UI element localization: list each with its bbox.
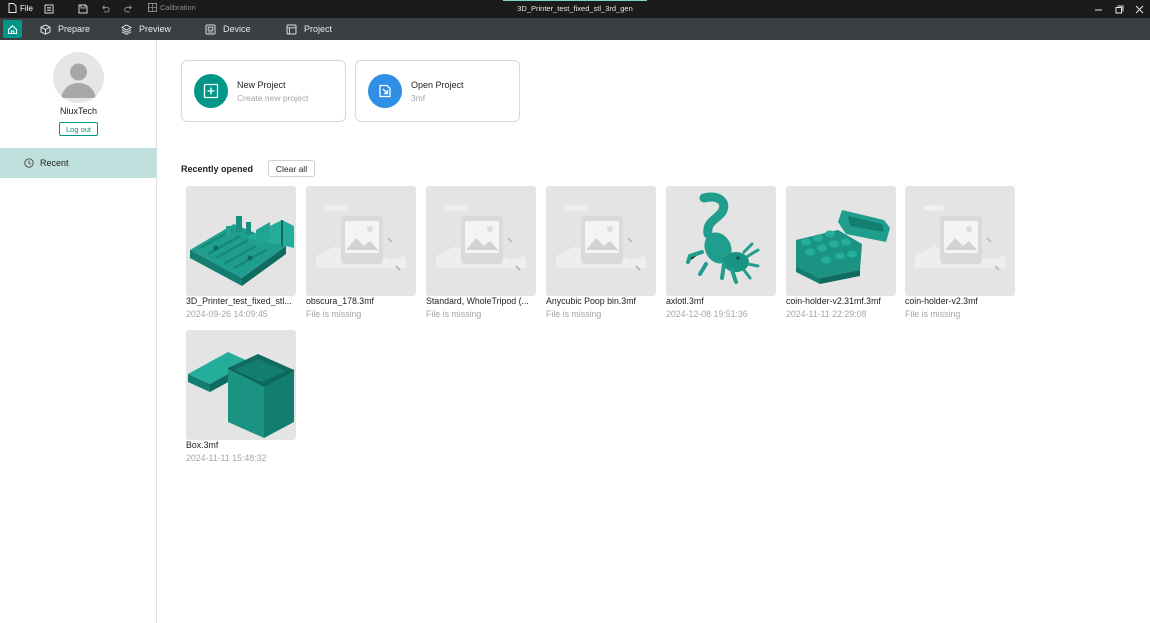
file-date: 2024-11-11 15:48:32	[186, 453, 267, 463]
main-nav: Prepare Preview Device Project	[0, 18, 1150, 40]
open-project-title: Open Project	[411, 80, 464, 90]
open-project-subtitle: 3mf	[411, 93, 426, 103]
file-name: axlotl.3mf	[666, 296, 704, 306]
file-thumbnail[interactable]	[186, 330, 296, 440]
file-name: coin-holder-v2.31mf.3mf	[786, 296, 881, 306]
model-preview-icon	[190, 216, 294, 286]
user-icon	[61, 63, 96, 98]
file-thumbnail[interactable]	[786, 186, 896, 296]
logout-button[interactable]: Log out	[59, 122, 98, 136]
file-name: obscura_178.3mf	[306, 296, 374, 306]
tab-preview[interactable]: Preview	[121, 18, 171, 40]
minimize-icon	[1094, 9, 1102, 10]
active-indicator	[503, 0, 647, 1]
restore-button[interactable]	[1113, 3, 1125, 15]
home-tab[interactable]	[3, 20, 22, 38]
file-date: File is missing	[546, 309, 602, 319]
image-placeholder-icon	[915, 205, 1005, 271]
open-project-icon	[368, 74, 402, 108]
coin-holder-model-icon	[796, 210, 890, 284]
image-placeholder-icon	[556, 205, 646, 271]
close-icon	[1135, 5, 1143, 13]
device-icon	[205, 24, 216, 34]
file-name: Box.3mf	[186, 440, 219, 450]
file-name: Anycubic Poop bin.3mf	[546, 296, 636, 306]
file-thumbnail[interactable]	[666, 186, 776, 296]
sidebar-item-recent-label: Recent	[40, 158, 69, 168]
layers-icon	[121, 23, 132, 35]
file-thumbnail[interactable]	[426, 186, 536, 296]
minimize-button[interactable]	[1092, 3, 1104, 15]
restore-icon	[1115, 5, 1123, 13]
clock-icon	[24, 158, 34, 168]
project-icon	[286, 24, 297, 34]
tab-prepare[interactable]: Prepare	[40, 18, 90, 40]
box-model-icon	[188, 352, 295, 438]
clear-all-button[interactable]: Clear all	[268, 160, 315, 177]
new-project-subtitle: Create new project	[237, 93, 309, 103]
file-thumbnail[interactable]	[186, 186, 296, 296]
file-thumbnail[interactable]	[905, 186, 1015, 296]
tab-project-label: Project	[304, 24, 333, 34]
file-name: coin-holder-v2.3mf	[905, 296, 978, 306]
new-project-title: New Project	[237, 80, 286, 90]
new-project-icon	[194, 74, 228, 108]
image-placeholder-icon	[316, 205, 406, 271]
tab-project[interactable]: Project	[286, 18, 332, 40]
axolotl-model-icon	[686, 192, 760, 284]
file-name: Standard, WholeTripod (...	[426, 296, 529, 306]
tab-device-label: Device	[223, 24, 251, 34]
username: NiuxTech	[59, 106, 97, 116]
close-button[interactable]	[1133, 3, 1145, 15]
file-date: 2024-09-26 14:09:45	[186, 309, 268, 319]
title-bar: File Calibration 3D_Printer_test_fixed_s…	[0, 0, 1150, 18]
new-project-card[interactable]: New Project Create new project	[181, 60, 346, 122]
file-name: 3D_Printer_test_fixed_stl...	[186, 296, 292, 306]
tab-preview-label: Preview	[139, 24, 172, 34]
open-project-card[interactable]: Open Project 3mf	[355, 60, 520, 122]
recent-heading: Recently opened	[181, 164, 254, 174]
tab-prepare-label: Prepare	[58, 24, 91, 34]
file-thumbnail[interactable]	[546, 186, 656, 296]
home-icon	[7, 24, 18, 34]
image-placeholder-icon	[436, 205, 526, 271]
sidebar-item-recent[interactable]: Recent	[0, 148, 157, 178]
tab-device[interactable]: Device	[205, 18, 251, 40]
file-date: 2024-11-11 22:29:08	[786, 309, 867, 319]
avatar[interactable]	[53, 52, 104, 103]
cube-icon	[40, 23, 51, 35]
file-date: 2024-12-08 19:51:36	[666, 309, 748, 319]
file-date: File is missing	[426, 309, 482, 319]
file-thumbnail[interactable]	[306, 186, 416, 296]
file-date: File is missing	[306, 309, 362, 319]
file-date: File is missing	[905, 309, 961, 319]
window-title: 3D_Printer_test_fixed_stl_3rd_gen	[517, 4, 633, 13]
sidebar: NiuxTech Log out Recent	[0, 40, 157, 623]
